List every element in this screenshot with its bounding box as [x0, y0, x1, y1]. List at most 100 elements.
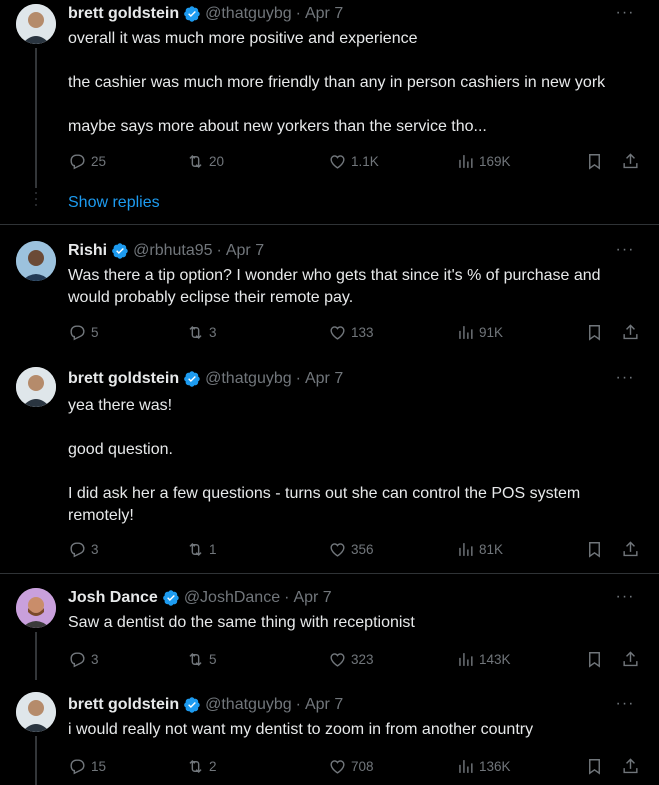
- more-icon[interactable]: ···: [615, 589, 635, 610]
- author-name[interactable]: Rishi: [68, 241, 107, 261]
- reply-button[interactable]: 15: [68, 756, 106, 776]
- share-icon: [623, 540, 638, 556]
- reply-button[interactable]: 3: [68, 539, 99, 559]
- views-button[interactable]: 81K: [456, 539, 503, 559]
- tweet[interactable]: brett goldstein @thatguybg · Apr 7 ··· o…: [0, 0, 659, 225]
- more-icon[interactable]: ···: [615, 370, 635, 391]
- retweet-button[interactable]: 1: [186, 539, 217, 559]
- like-icon: [330, 325, 345, 340]
- author-name[interactable]: Josh Dance: [68, 588, 158, 608]
- verified-badge-icon: [162, 590, 179, 606]
- retweet-icon: [189, 652, 202, 666]
- tweet[interactable]: brett goldstein @thatguybg · Apr 7 ··· i…: [0, 680, 659, 785]
- show-replies-link[interactable]: Show replies: [68, 194, 160, 212]
- bookmark-icon: [589, 324, 600, 341]
- avatar[interactable]: [16, 588, 56, 628]
- retweet-button[interactable]: 20: [186, 151, 224, 171]
- tweet-date[interactable]: Apr 7: [305, 4, 343, 24]
- views-button[interactable]: 169K: [456, 151, 511, 171]
- reply-button[interactable]: 25: [68, 151, 106, 171]
- tweet-text: i would really not want my dentist to zo…: [68, 721, 534, 738]
- share-button[interactable]: [621, 649, 644, 669]
- more-icon[interactable]: ···: [615, 696, 635, 717]
- like-button[interactable]: 1.1K: [328, 151, 379, 171]
- reply-button[interactable]: 5: [68, 322, 99, 342]
- avatar[interactable]: [16, 4, 56, 44]
- share-icon: [623, 152, 638, 168]
- like-button[interactable]: 133: [328, 322, 374, 342]
- bookmark-button[interactable]: [585, 649, 608, 669]
- share-button[interactable]: [621, 151, 644, 171]
- action-bar: 15 2 708 136K: [68, 756, 643, 776]
- author-name[interactable]: brett goldstein: [68, 369, 179, 389]
- action-bar: 5 3 133 91K: [68, 322, 643, 342]
- tweet-header: brett goldstein @thatguybg · Apr 7: [68, 695, 344, 715]
- bookmark-button[interactable]: [585, 756, 608, 776]
- verified-badge-icon: [184, 6, 200, 22]
- tweet-date[interactable]: Apr 7: [226, 241, 264, 261]
- tweet-header: Rishi @rbhuta95 · Apr 7: [68, 241, 265, 261]
- author-name[interactable]: brett goldstein: [68, 4, 179, 24]
- bookmark-button[interactable]: [585, 322, 608, 342]
- verified-badge-icon: [184, 371, 200, 387]
- views-icon: [459, 154, 473, 168]
- views-icon: [459, 759, 473, 773]
- bookmark-button[interactable]: [585, 539, 608, 559]
- more-icon[interactable]: ···: [615, 5, 635, 26]
- tweet-date[interactable]: Apr 7: [305, 695, 343, 715]
- retweet-button[interactable]: 5: [186, 649, 217, 669]
- share-button[interactable]: [621, 539, 644, 559]
- bookmark-icon: [589, 153, 600, 170]
- action-bar: 3 1 356 81K: [68, 539, 643, 559]
- retweet-icon: [189, 759, 202, 773]
- share-icon: [623, 650, 638, 666]
- like-icon: [330, 154, 345, 169]
- like-icon: [330, 652, 345, 667]
- views-button[interactable]: 143K: [456, 649, 511, 669]
- reply-button[interactable]: 3: [68, 649, 99, 669]
- verified-badge-icon: [184, 697, 200, 713]
- retweet-icon: [189, 325, 202, 339]
- like-button[interactable]: 356: [328, 539, 374, 559]
- tweet-date[interactable]: Apr 7: [305, 369, 343, 389]
- bookmark-button[interactable]: [585, 151, 608, 171]
- thread-line: [35, 736, 37, 785]
- avatar[interactable]: [16, 692, 56, 732]
- bookmark-icon: [589, 651, 600, 668]
- action-bar: 25 20 1.1K 169K: [68, 151, 643, 171]
- share-icon: [623, 323, 638, 339]
- author-handle[interactable]: @rbhuta95: [133, 241, 212, 261]
- author-handle[interactable]: @thatguybg: [205, 4, 292, 24]
- author-handle[interactable]: @JoshDance: [184, 588, 280, 608]
- author-handle[interactable]: @thatguybg: [205, 695, 292, 715]
- share-icon: [623, 757, 638, 773]
- bookmark-icon: [589, 758, 600, 775]
- retweet-button[interactable]: 2: [186, 756, 217, 776]
- tweet-date[interactable]: Apr 7: [293, 588, 331, 608]
- reply-icon: [70, 153, 85, 169]
- like-button[interactable]: 708: [328, 756, 374, 776]
- share-button[interactable]: [621, 756, 644, 776]
- share-button[interactable]: [621, 322, 644, 342]
- views-icon: [459, 325, 473, 339]
- reply-icon: [70, 541, 85, 557]
- tweet[interactable]: Josh Dance @JoshDance · Apr 7 ··· Saw a …: [0, 574, 659, 680]
- retweet-button[interactable]: 3: [186, 322, 217, 342]
- like-button[interactable]: 323: [328, 649, 374, 669]
- avatar[interactable]: [16, 241, 56, 281]
- views-icon: [459, 652, 473, 666]
- author-name[interactable]: brett goldstein: [68, 695, 179, 715]
- tweet[interactable]: Rishi @rbhuta95 · Apr 7 ··· Was there a …: [0, 225, 659, 355]
- verified-badge-icon: [112, 243, 128, 259]
- tweet-text: Was there a tip option? I wonder who get…: [68, 267, 601, 306]
- tweet[interactable]: brett goldstein @thatguybg · Apr 7 ··· y…: [0, 355, 659, 573]
- tweet-header: brett goldstein @thatguybg · Apr 7: [68, 4, 344, 24]
- retweet-icon: [189, 154, 202, 168]
- action-bar: 3 5 323 143K: [68, 649, 643, 669]
- views-button[interactable]: 91K: [456, 322, 503, 342]
- avatar[interactable]: [16, 367, 56, 407]
- tweet-text: overall it was much more positive and ex…: [68, 30, 606, 135]
- more-icon[interactable]: ···: [615, 242, 635, 263]
- author-handle[interactable]: @thatguybg: [205, 369, 292, 389]
- views-button[interactable]: 136K: [456, 756, 511, 776]
